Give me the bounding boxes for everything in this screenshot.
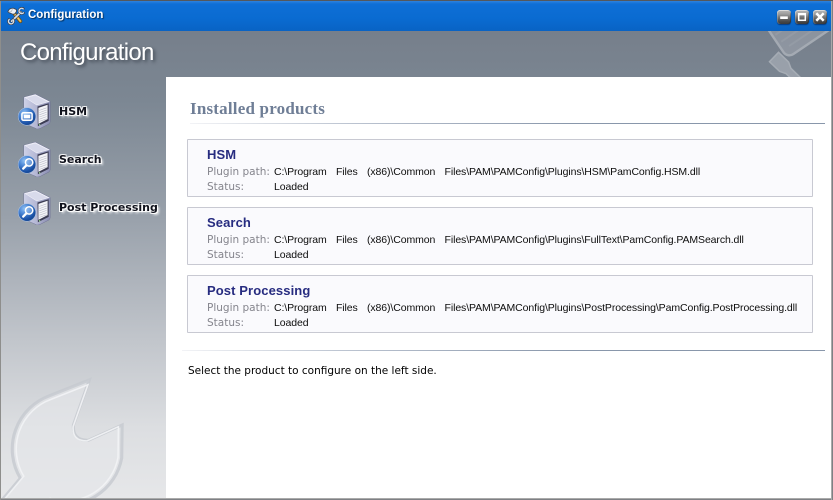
status-label: Status: bbox=[207, 316, 274, 332]
sidebar-item-hsm[interactable]: HSM bbox=[1, 93, 167, 127]
sidebar-item-search[interactable]: Search bbox=[1, 141, 167, 175]
detail-row: Status:Loaded bbox=[207, 316, 797, 332]
bottom-rule bbox=[182, 350, 825, 351]
plugin-path-value: C:\Program Files (x86)\Common Files\PAM\… bbox=[274, 301, 797, 317]
server-with-window-badge-icon bbox=[17, 93, 53, 129]
status-value: Loaded bbox=[274, 180, 308, 196]
detail-row: Status:Loaded bbox=[207, 248, 744, 264]
plugin-path-label: Plugin path: bbox=[207, 233, 274, 249]
detail-row: Status:Loaded bbox=[207, 180, 700, 196]
sidebar-item-label: HSM bbox=[59, 105, 87, 118]
product-name: Search bbox=[207, 215, 251, 230]
window-title: Configuration bbox=[28, 9, 103, 21]
plugin-path-value: C:\Program Files (x86)\Common Files\PAM\… bbox=[274, 233, 744, 249]
hint-text: Select the product to configure on the l… bbox=[188, 365, 437, 377]
heading-rule bbox=[190, 123, 825, 124]
detail-row: Plugin path:C:\Program Files (x86)\Commo… bbox=[207, 301, 797, 317]
product-details: Plugin path:C:\Program Files (x86)\Commo… bbox=[207, 165, 700, 196]
sidebar-item-label: Search bbox=[59, 153, 102, 166]
content-panel: Installed products HSM Plugin path:C:\Pr… bbox=[166, 77, 831, 498]
product-details: Plugin path:C:\Program Files (x86)\Commo… bbox=[207, 233, 744, 264]
product-name: Post Processing bbox=[207, 283, 310, 298]
tools-watermark bbox=[686, 31, 831, 77]
page-title: Installed products bbox=[190, 99, 325, 119]
app-tools-icon bbox=[7, 7, 25, 25]
product-name: HSM bbox=[207, 147, 236, 162]
minimize-button[interactable] bbox=[777, 10, 791, 24]
server-with-magnifier-badge-icon bbox=[17, 189, 53, 225]
product-card-search: Search Plugin path:C:\Program Files (x86… bbox=[187, 207, 813, 265]
close-icon bbox=[813, 10, 827, 24]
maximize-icon bbox=[795, 10, 809, 24]
sidebar-item-label: Post Processing bbox=[59, 201, 158, 214]
product-details: Plugin path:C:\Program Files (x86)\Commo… bbox=[207, 301, 797, 332]
status-value: Loaded bbox=[274, 316, 308, 332]
plugin-path-label: Plugin path: bbox=[207, 165, 274, 181]
window-body: Configuration HSM Search Post Processing… bbox=[1, 31, 831, 498]
detail-row: Plugin path:C:\Program Files (x86)\Commo… bbox=[207, 165, 700, 181]
plugin-path-value: C:\Program Files (x86)\Common Files\PAM\… bbox=[274, 165, 700, 181]
configuration-window: Configuration bbox=[0, 0, 833, 500]
banner-title: Configuration bbox=[20, 39, 154, 67]
product-card-hsm: HSM Plugin path:C:\Program Files (x86)\C… bbox=[187, 139, 813, 197]
server-with-magnifier-badge-icon bbox=[17, 141, 53, 177]
status-value: Loaded bbox=[274, 248, 308, 264]
sidebar-item-post-processing[interactable]: Post Processing bbox=[1, 189, 167, 223]
status-label: Status: bbox=[207, 180, 274, 196]
minimize-icon bbox=[777, 10, 791, 24]
plugin-path-label: Plugin path: bbox=[207, 301, 274, 317]
close-button[interactable] bbox=[813, 10, 827, 24]
product-card-post-processing: Post Processing Plugin path:C:\Program F… bbox=[187, 275, 813, 333]
maximize-button[interactable] bbox=[795, 10, 809, 24]
status-label: Status: bbox=[207, 248, 274, 264]
title-bar[interactable]: Configuration bbox=[1, 1, 831, 31]
detail-row: Plugin path:C:\Program Files (x86)\Commo… bbox=[207, 233, 744, 249]
